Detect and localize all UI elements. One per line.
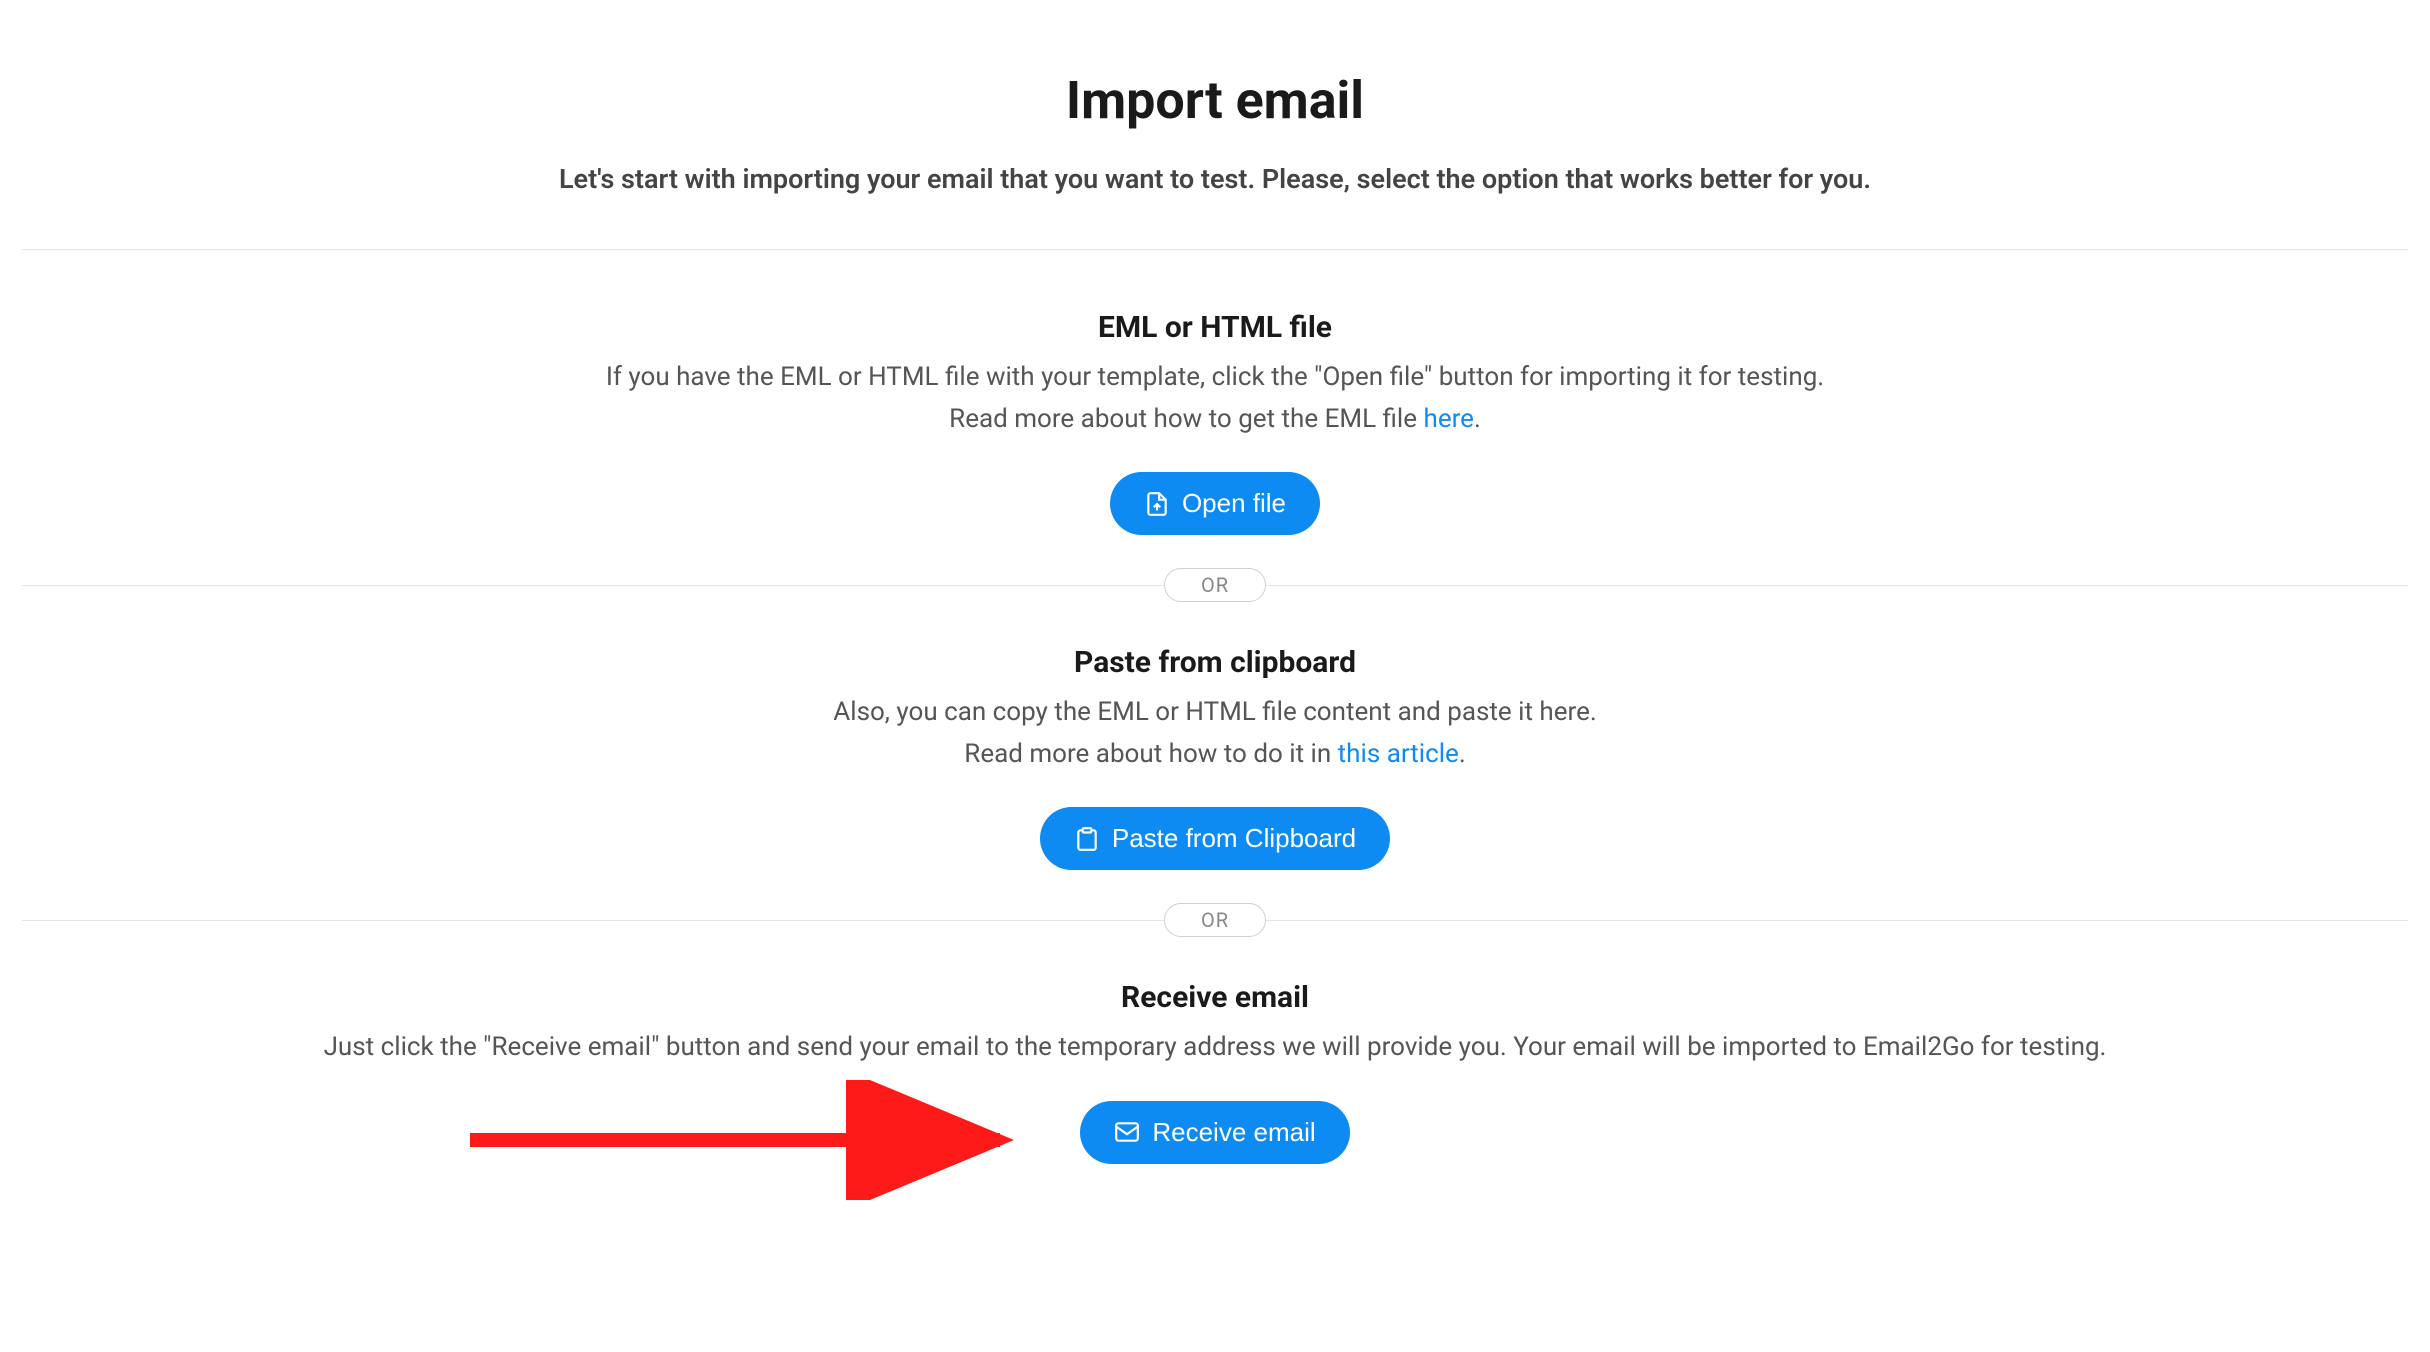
button-label: Paste from Clipboard bbox=[1112, 823, 1356, 854]
open-file-button[interactable]: Open file bbox=[1110, 472, 1320, 535]
desc-text: If you have the EML or HTML file with yo… bbox=[606, 362, 1824, 392]
or-pill: OR bbox=[1164, 568, 1266, 602]
section-title-eml: EML or HTML file bbox=[20, 310, 2410, 345]
button-label: Receive email bbox=[1152, 1117, 1315, 1148]
link-paste-help[interactable]: this article bbox=[1338, 739, 1459, 769]
page-subtitle: Let's start with importing your email th… bbox=[0, 163, 2430, 195]
or-pill: OR bbox=[1164, 903, 1266, 937]
section-title-receive: Receive email bbox=[20, 980, 2410, 1015]
section-eml-html: EML or HTML file If you have the EML or … bbox=[0, 250, 2430, 585]
desc-text: . bbox=[1459, 739, 1466, 769]
annotation-arrow bbox=[460, 1080, 1060, 1200]
desc-text: . bbox=[1474, 404, 1481, 434]
section-desc-eml: If you have the EML or HTML file with yo… bbox=[20, 357, 2410, 440]
clipboard-icon bbox=[1074, 826, 1100, 852]
desc-text: Also, you can copy the EML or HTML file … bbox=[833, 697, 1596, 727]
section-receive: Receive email Just click the "Receive em… bbox=[0, 920, 2430, 1214]
button-label: Open file bbox=[1182, 488, 1286, 519]
section-desc-receive: Just click the "Receive email" button an… bbox=[20, 1027, 2410, 1069]
section-paste: Paste from clipboard Also, you can copy … bbox=[0, 585, 2430, 920]
mail-icon bbox=[1114, 1119, 1140, 1145]
link-eml-help[interactable]: here bbox=[1424, 404, 1474, 434]
receive-email-button[interactable]: Receive email bbox=[1080, 1101, 1349, 1164]
desc-text: Read more about how to get the EML file bbox=[949, 404, 1423, 434]
file-icon bbox=[1144, 491, 1170, 517]
section-title-paste: Paste from clipboard bbox=[20, 645, 2410, 680]
desc-text: Read more about how to do it in bbox=[964, 739, 1337, 769]
page-title: Import email bbox=[0, 70, 2430, 131]
section-desc-paste: Also, you can copy the EML or HTML file … bbox=[20, 692, 2410, 775]
paste-clipboard-button[interactable]: Paste from Clipboard bbox=[1040, 807, 1390, 870]
